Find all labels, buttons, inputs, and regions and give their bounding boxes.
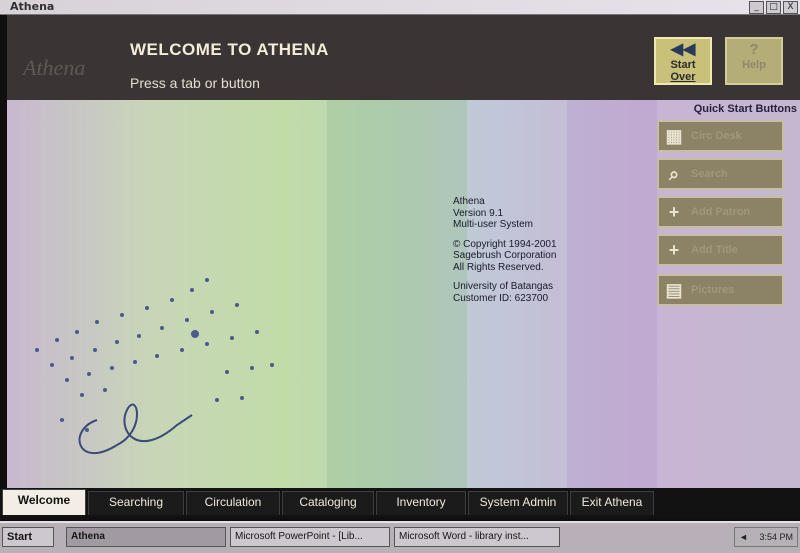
circ-desk-icon: ▦: [665, 125, 683, 146]
minimize-button[interactable]: _: [749, 1, 764, 14]
printer-icon: ▤: [665, 279, 683, 300]
add-title-label: Add Title: [691, 244, 738, 256]
tab-cataloging[interactable]: Cataloging: [282, 491, 374, 515]
tab-circulation[interactable]: Circulation: [186, 491, 280, 515]
taskbar-item-word[interactable]: Microsoft Word - library inst...: [394, 527, 560, 547]
tab-exit-athena[interactable]: Exit Athena: [570, 491, 654, 515]
page-title: WELCOME TO ATHENA: [130, 40, 329, 59]
add-title-button[interactable]: + Add Title: [657, 234, 784, 266]
search-icon: ⌕: [668, 163, 680, 184]
product-name: Athena: [453, 196, 485, 207]
athena-logo: Athena: [23, 55, 86, 80]
product-version: Version 9.1: [453, 207, 504, 219]
start-over-label-1: Start: [670, 59, 696, 71]
plus-icon: +: [668, 239, 680, 260]
taskbar-item-powerpoint[interactable]: Microsoft PowerPoint - [Lib...: [230, 527, 390, 547]
window-title-bar[interactable]: Athena _ □ X: [0, 0, 800, 15]
speaker-icon[interactable]: ◄: [739, 528, 748, 546]
company-name: Sagebrush Corporation: [453, 250, 557, 261]
search-button[interactable]: ⌕ Search: [657, 158, 784, 190]
instruction-text: Press a tab or button: [130, 75, 260, 91]
tab-searching[interactable]: Searching: [88, 491, 184, 515]
welcome-panel: Athena Version 9.1 Multi-user System © C…: [7, 100, 800, 488]
customer-name: University of Batangas: [453, 281, 554, 292]
customer-id: Customer ID: 623700: [453, 292, 549, 304]
rights-text: All Rights Reserved.: [453, 261, 544, 273]
add-patron-button[interactable]: + Add Patron: [657, 196, 784, 228]
about-info: Athena Version 9.1 Multi-user System © C…: [453, 196, 643, 304]
window-title: Athena: [10, 0, 55, 13]
pictures-label: Pictures: [691, 284, 735, 296]
help-button[interactable]: ? Help: [725, 37, 783, 85]
close-button[interactable]: X: [783, 1, 798, 14]
quick-start-title: Quick Start Buttons: [693, 103, 797, 115]
tab-welcome[interactable]: Welcome: [2, 489, 86, 515]
product-edition: Multi-user System: [453, 219, 534, 230]
help-icon: ?: [749, 41, 759, 58]
windows-taskbar: Start Athena Microsoft PowerPoint - [Lib…: [0, 521, 800, 553]
start-button[interactable]: Start: [2, 527, 54, 547]
search-label: Search: [691, 168, 728, 180]
athena-dots-logo: [35, 278, 274, 454]
pictures-button[interactable]: ▤ Pictures: [657, 274, 784, 306]
plus-icon: +: [668, 201, 680, 222]
start-over-button[interactable]: ◀◀ Start Over: [654, 37, 712, 85]
copyright-text: © Copyright 1994-2001: [453, 238, 557, 250]
start-over-label-2: Over: [670, 71, 696, 83]
system-tray: ◄ 3:54 PM: [734, 527, 798, 547]
add-patron-label: Add Patron: [691, 206, 751, 218]
tab-bar: Welcome Searching Circulation Cataloging…: [0, 488, 800, 518]
clock: 3:54 PM: [759, 532, 793, 542]
tab-system-admin[interactable]: System Admin: [468, 491, 568, 515]
circ-desk-label: Circ Desk: [691, 130, 742, 142]
tab-inventory[interactable]: Inventory: [376, 491, 466, 515]
help-label: Help: [742, 59, 766, 71]
header-banner: Athena WELCOME TO ATHENA Press a tab or …: [7, 15, 800, 100]
maximize-button[interactable]: □: [766, 1, 781, 14]
rewind-icon: ◀◀: [670, 41, 696, 58]
taskbar-item-athena[interactable]: Athena: [66, 527, 226, 547]
circ-desk-button[interactable]: ▦ Circ Desk: [657, 120, 784, 152]
